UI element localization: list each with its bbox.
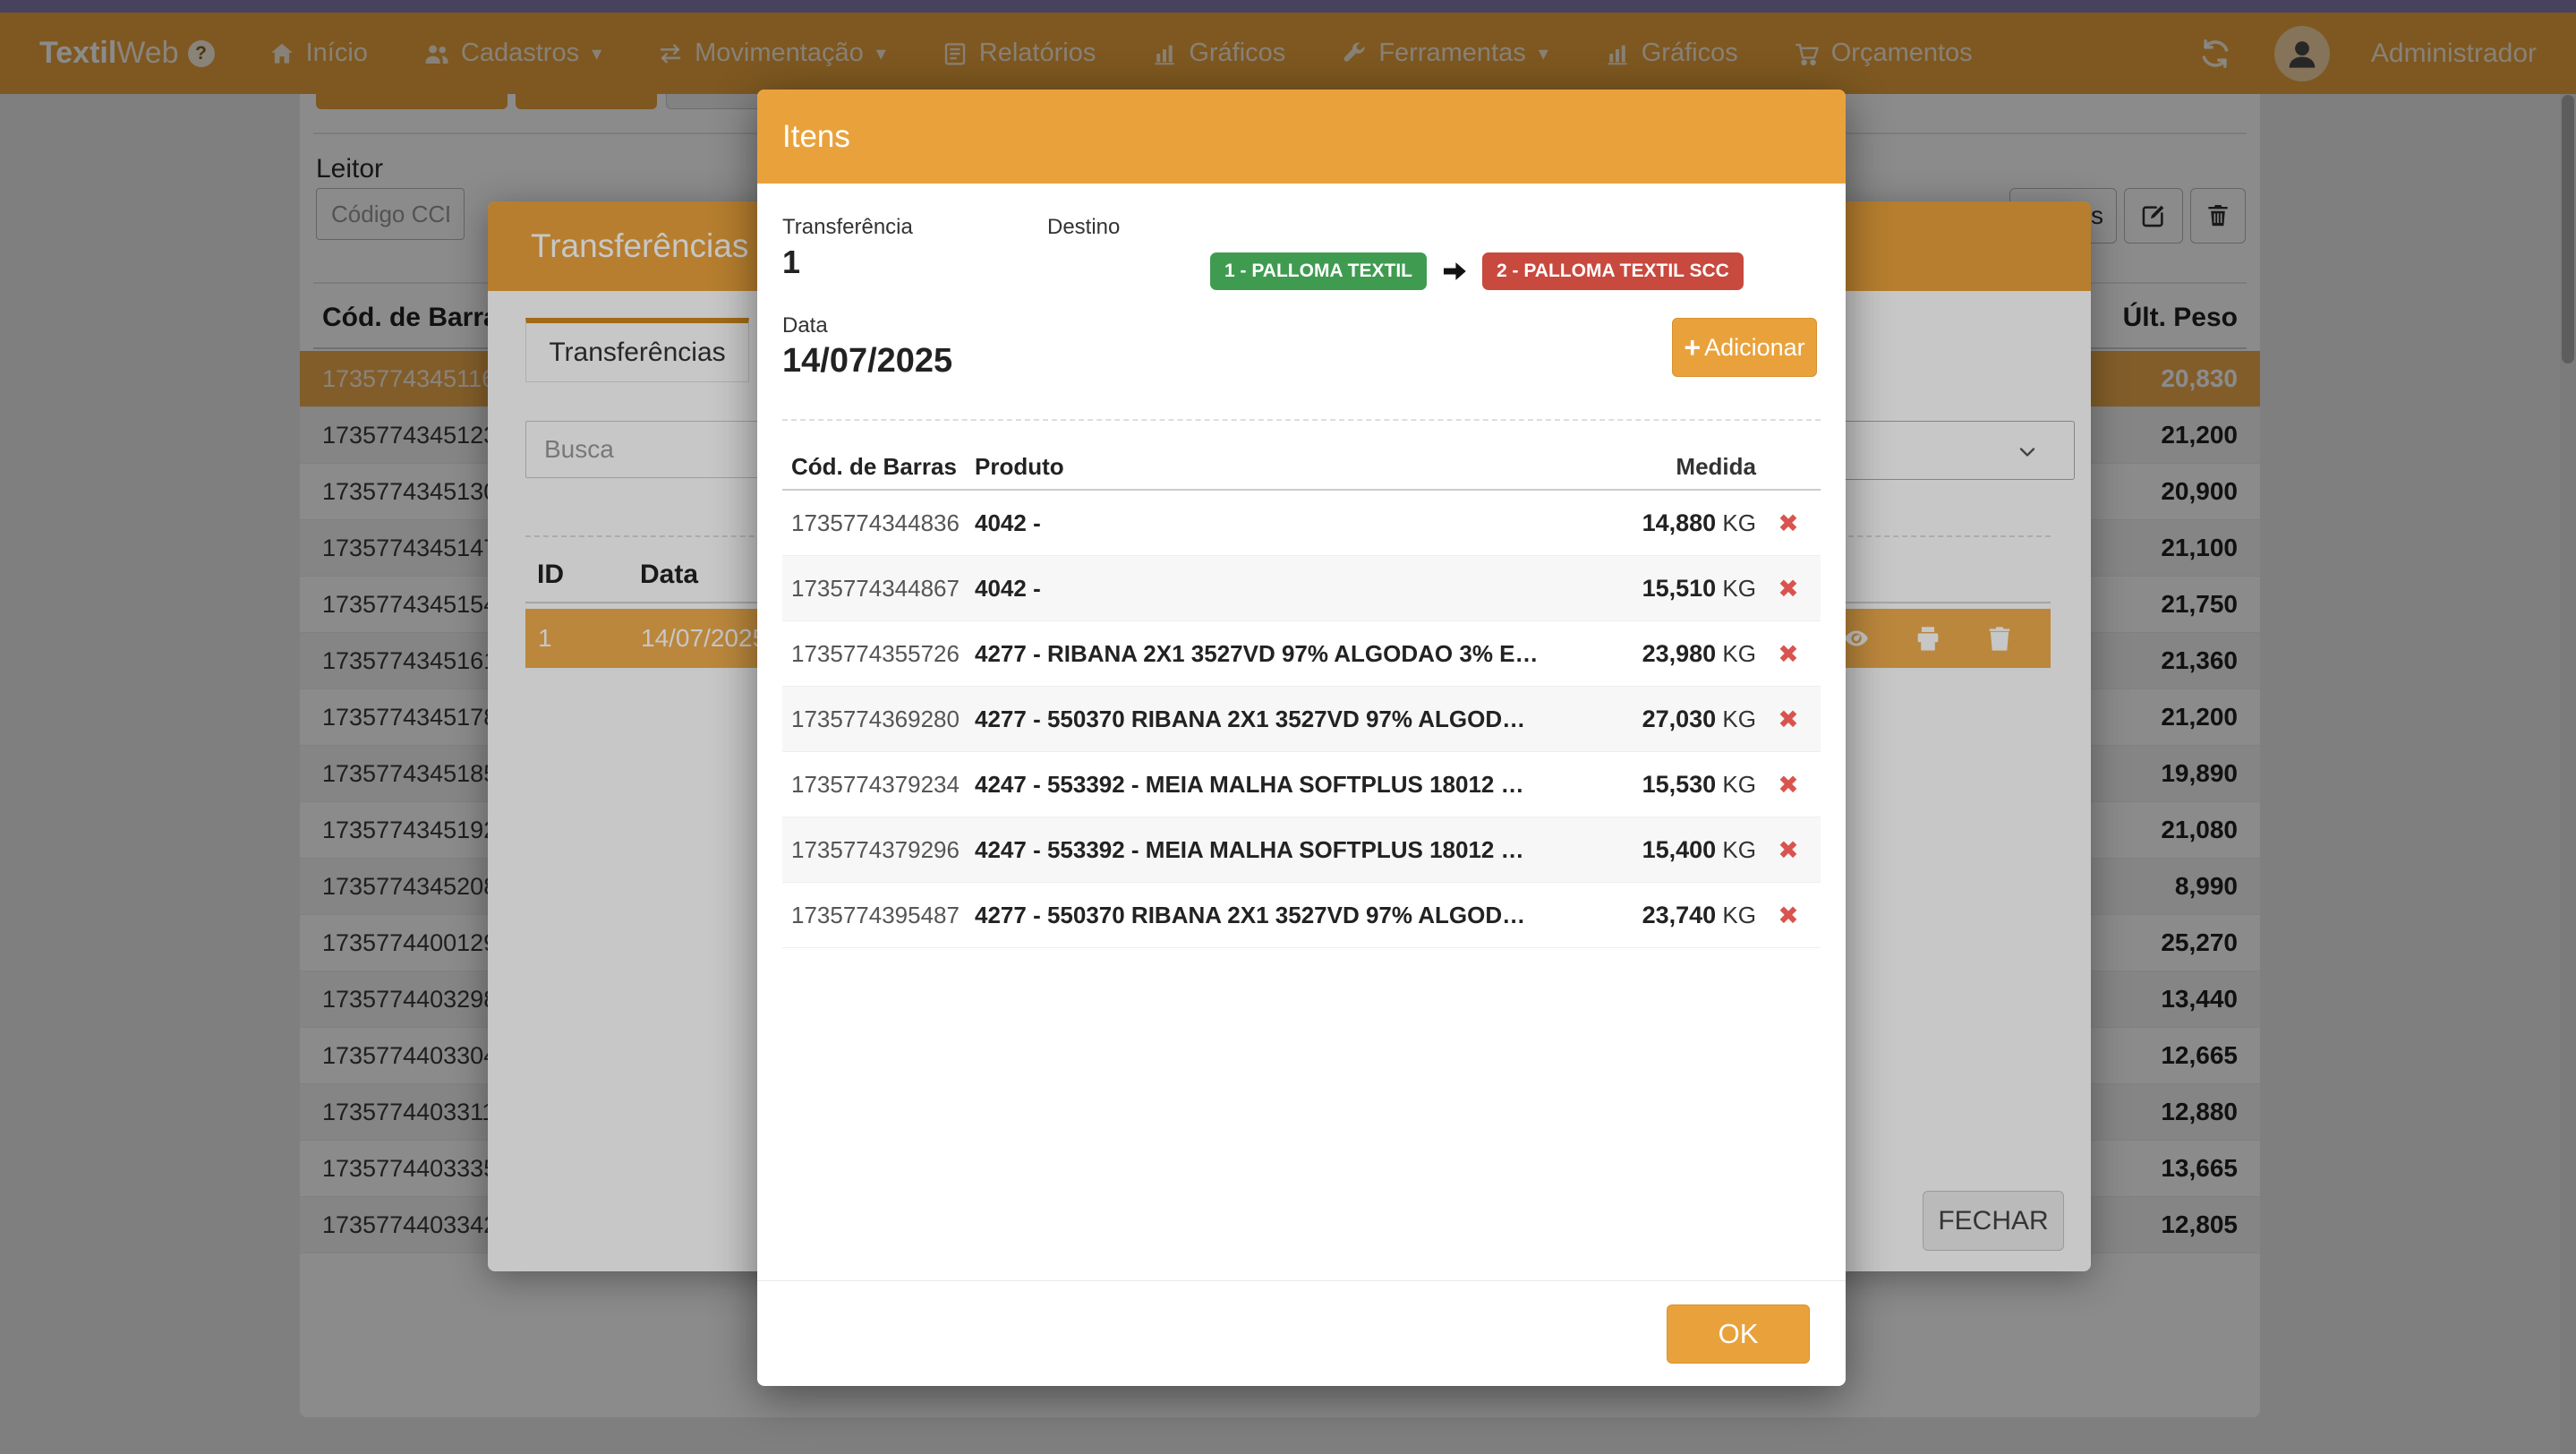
- product-cell: 4042 -: [975, 575, 1573, 603]
- measure-unit: KG: [1716, 771, 1756, 798]
- product-cell: 4247 - 553392 - MEIA MALHA SOFTPLUS 1801…: [975, 771, 1573, 799]
- items-table: Cód. de Barras Produto Medida 1735774344…: [782, 444, 1821, 948]
- measure-cell: 23,740 KG: [1573, 902, 1756, 929]
- transfer-label: Transferência: [782, 215, 913, 240]
- measure-unit: KG: [1716, 509, 1756, 536]
- route-badges: 1 - PALLOMA TEXTIL 2 - PALLOMA TEXTIL SC…: [1210, 252, 1744, 290]
- measure-cell: 15,510 KG: [1573, 575, 1756, 603]
- items-modal: Itens Transferência 1 Destino 1 - PALLOM…: [757, 90, 1846, 1386]
- item-row[interactable]: 1735774369280 4277 - 550370 RIBANA 2X1 3…: [782, 687, 1821, 752]
- destination-badge: 2 - PALLOMA TEXTIL SCC: [1482, 252, 1744, 290]
- measure-unit: KG: [1716, 575, 1756, 602]
- item-row[interactable]: 1735774379234 4247 - 553392 - MEIA MALHA…: [782, 752, 1821, 817]
- barcode-cell: 1735774344867: [782, 575, 975, 603]
- product-cell: 4277 - 550370 RIBANA 2X1 3527VD 97% ALGO…: [975, 706, 1573, 733]
- remove-item-icon[interactable]: ✖: [1778, 706, 1798, 733]
- measure-value: 15,510: [1642, 575, 1717, 602]
- column-header-product: Produto: [975, 453, 1573, 481]
- item-row[interactable]: 1735774344836 4042 - 14,880 KG ✖: [782, 491, 1821, 556]
- item-row[interactable]: 1735774395487 4277 - 550370 RIBANA 2X1 3…: [782, 883, 1821, 948]
- dashed-divider: [782, 419, 1821, 421]
- adicionar-button[interactable]: + Adicionar: [1672, 318, 1817, 377]
- items-table-header: Cód. de Barras Produto Medida: [782, 444, 1821, 491]
- column-header-measure: Medida: [1573, 453, 1756, 481]
- remove-item-icon[interactable]: ✖: [1778, 902, 1798, 929]
- product-cell: 4247 - 553392 - MEIA MALHA SOFTPLUS 1801…: [975, 836, 1573, 864]
- destination-label: Destino: [1047, 215, 1120, 240]
- arrow-right-icon: [1439, 256, 1470, 287]
- origin-badge: 1 - PALLOMA TEXTIL: [1210, 252, 1427, 290]
- product-cell: 4277 - 550370 RIBANA 2X1 3527VD 97% ALGO…: [975, 902, 1573, 929]
- ok-label: OK: [1719, 1318, 1759, 1350]
- measure-value: 27,030: [1642, 706, 1717, 732]
- measure-unit: KG: [1716, 836, 1756, 863]
- measure-unit: KG: [1716, 706, 1756, 732]
- measure-value: 14,880: [1642, 509, 1717, 536]
- transfer-value: 1: [782, 244, 800, 281]
- measure-value: 23,980: [1642, 640, 1717, 667]
- actions-cell: ✖: [1756, 835, 1821, 865]
- barcode-cell: 1735774355726: [782, 640, 975, 668]
- items-rows: 1735774344836 4042 - 14,880 KG ✖ 1735774…: [782, 491, 1821, 948]
- barcode-cell: 1735774379234: [782, 771, 975, 799]
- item-row[interactable]: 1735774344867 4042 - 15,510 KG ✖: [782, 556, 1821, 621]
- actions-cell: ✖: [1756, 901, 1821, 930]
- measure-value: 23,740: [1642, 902, 1717, 928]
- barcode-cell: 1735774344836: [782, 509, 975, 537]
- product-cell: 4277 - RIBANA 2X1 3527VD 97% ALGODAO 3% …: [975, 640, 1573, 668]
- actions-cell: ✖: [1756, 574, 1821, 603]
- remove-item-icon[interactable]: ✖: [1778, 771, 1798, 799]
- measure-cell: 27,030 KG: [1573, 706, 1756, 733]
- measure-cell: 14,880 KG: [1573, 509, 1756, 537]
- measure-value: 15,400: [1642, 836, 1717, 863]
- barcode-cell: 1735774369280: [782, 706, 975, 733]
- actions-cell: ✖: [1756, 705, 1821, 734]
- ok-button[interactable]: OK: [1667, 1304, 1810, 1364]
- measure-unit: KG: [1716, 902, 1756, 928]
- items-modal-header: Itens: [757, 90, 1846, 184]
- remove-item-icon[interactable]: ✖: [1778, 509, 1798, 537]
- actions-cell: ✖: [1756, 509, 1821, 538]
- barcode-cell: 1735774379296: [782, 836, 975, 864]
- measure-unit: KG: [1716, 640, 1756, 667]
- column-header-barcode: Cód. de Barras: [782, 453, 975, 481]
- measure-value: 15,530: [1642, 771, 1717, 798]
- measure-cell: 23,980 KG: [1573, 640, 1756, 668]
- actions-cell: ✖: [1756, 770, 1821, 800]
- app-root: Leitor s Cód. de Barras Últ. Peso 173577…: [0, 0, 2576, 1454]
- barcode-cell: 1735774395487: [782, 902, 975, 929]
- plus-icon: +: [1684, 331, 1701, 364]
- adicionar-label: Adicionar: [1704, 334, 1805, 362]
- measure-cell: 15,530 KG: [1573, 771, 1756, 799]
- remove-item-icon[interactable]: ✖: [1778, 575, 1798, 603]
- item-row[interactable]: 1735774355726 4277 - RIBANA 2X1 3527VD 9…: [782, 621, 1821, 687]
- items-modal-footer: OK: [757, 1280, 1846, 1386]
- top-strip: [0, 0, 2576, 13]
- date-label: Data: [782, 313, 828, 338]
- measure-cell: 15,400 KG: [1573, 836, 1756, 864]
- product-cell: 4042 -: [975, 509, 1573, 537]
- items-modal-title: Itens: [782, 119, 850, 155]
- item-row[interactable]: 1735774379296 4247 - 553392 - MEIA MALHA…: [782, 817, 1821, 883]
- remove-item-icon[interactable]: ✖: [1778, 836, 1798, 864]
- remove-item-icon[interactable]: ✖: [1778, 640, 1798, 668]
- actions-cell: ✖: [1756, 639, 1821, 669]
- date-value: 14/07/2025: [782, 342, 952, 381]
